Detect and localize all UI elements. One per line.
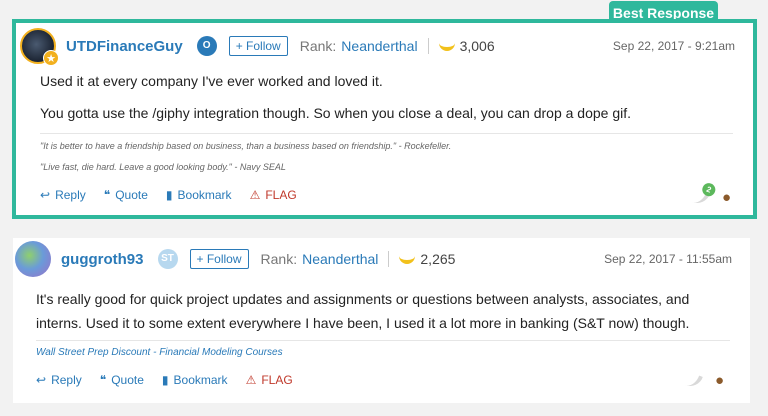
flag-label: FLAG [261,373,293,387]
post-date: Sep 22, 2017 - 11:55am [604,252,732,266]
warning-icon: ⚠ [245,373,257,387]
bookmark-label: Bookmark [177,188,232,202]
signature-quote: "It is better to have a friendship based… [40,141,452,151]
flag-label: FLAG [265,188,297,202]
separator [427,38,429,54]
reply-button[interactable]: ↩ Reply [40,188,86,202]
avatar[interactable]: ★ [20,28,59,66]
rank-label: Rank: [260,251,298,267]
poop-icon[interactable]: ● [715,372,724,389]
post-actions: ↩ Reply ❝ Quote ▮ Bookmark ⚠ FLAG [40,188,315,202]
reaction-count-badge: 2 [700,180,718,198]
avatar[interactable] [15,241,51,277]
signature-quote: "Live fast, die hard. Leave a good looki… [40,162,286,172]
separator [388,251,390,267]
post-card: guggroth93 ST + Follow Rank: Neanderthal… [13,238,750,403]
quote-icon: ❝ [103,188,111,202]
post-header: ★ UTDFinanceGuy O + Follow Rank: Neander… [16,26,753,66]
username[interactable]: guggroth93 [61,251,144,268]
divider [40,133,733,134]
rank-link[interactable]: Neanderthal [341,38,417,54]
post-paragraph: Used it at every company I've ever worke… [40,73,383,89]
poop-icon[interactable]: ● [722,189,731,206]
star-icon: ★ [43,50,59,66]
bookmark-icon: ▮ [161,373,169,387]
follow-button[interactable]: + Follow [228,36,288,56]
rank-label: Rank: [299,38,337,54]
warning-icon: ⚠ [249,188,261,202]
reply-button[interactable]: ↩ Reply [36,373,82,387]
reply-icon: ↩ [36,373,47,387]
quote-button[interactable]: ❝ Quote [104,188,148,202]
bookmark-button[interactable]: ▮ Bookmark [162,373,228,387]
post-actions: ↩ Reply ❝ Quote ▮ Bookmark ⚠ FLAG [36,373,311,387]
reactions: 2 ● [691,180,731,207]
banana-icon[interactable]: 2 [691,180,718,207]
post-paragraph: You gotta use the /giphy integration tho… [40,105,632,121]
user-initial-badge: O [196,36,217,56]
flag-button[interactable]: ⚠ FLAG [246,373,293,387]
banana-icon [399,254,416,264]
quote-icon: ❝ [99,373,107,387]
quote-button[interactable]: ❝ Quote [100,373,144,387]
rank-link[interactable]: Neanderthal [302,251,378,267]
quote-label: Quote [111,373,144,387]
banana-count: 2,265 [420,251,456,267]
post-card: ★ UTDFinanceGuy O + Follow Rank: Neander… [12,19,757,219]
reactions: ● [684,371,724,390]
flag-button[interactable]: ⚠ FLAG [250,188,297,202]
reply-icon: ↩ [40,188,51,202]
bookmark-button[interactable]: ▮ Bookmark [166,188,232,202]
post-date: Sep 22, 2017 - 9:21am [612,39,735,53]
signature-link[interactable]: Wall Street Prep Discount - Financial Mo… [36,347,283,358]
username[interactable]: UTDFinanceGuy [66,38,183,55]
banana-icon[interactable] [684,371,703,390]
user-initial-badge: ST [157,249,178,269]
bookmark-icon: ▮ [165,188,173,202]
divider [36,340,730,341]
follow-button[interactable]: + Follow [189,249,249,269]
banana-icon [438,41,455,51]
reply-label: Reply [55,188,86,202]
banana-count: 3,006 [459,38,495,54]
post-paragraph: It's really good for quick project updat… [36,291,690,331]
post-header: guggroth93 ST + Follow Rank: Neanderthal… [13,239,750,279]
reply-label: Reply [51,373,82,387]
bookmark-label: Bookmark [173,373,228,387]
quote-label: Quote [115,188,148,202]
